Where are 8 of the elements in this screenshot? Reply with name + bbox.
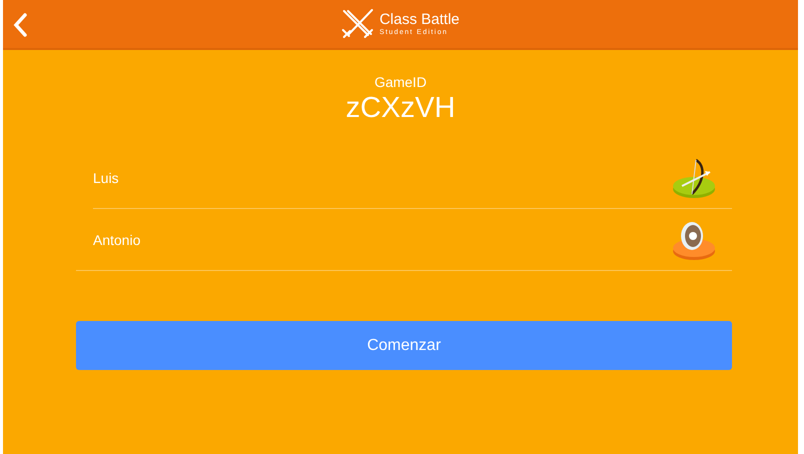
player-name: Luis: [93, 170, 119, 186]
crossed-swords-icon: [341, 8, 376, 40]
game-id-label: GameID: [374, 74, 427, 90]
start-button[interactable]: Comenzar: [76, 321, 732, 370]
player-name: Antonio: [93, 232, 140, 248]
app-title: Class Battle: [379, 12, 460, 28]
back-button[interactable]: [11, 12, 29, 38]
game-id-code: zCXzVH: [346, 92, 456, 125]
